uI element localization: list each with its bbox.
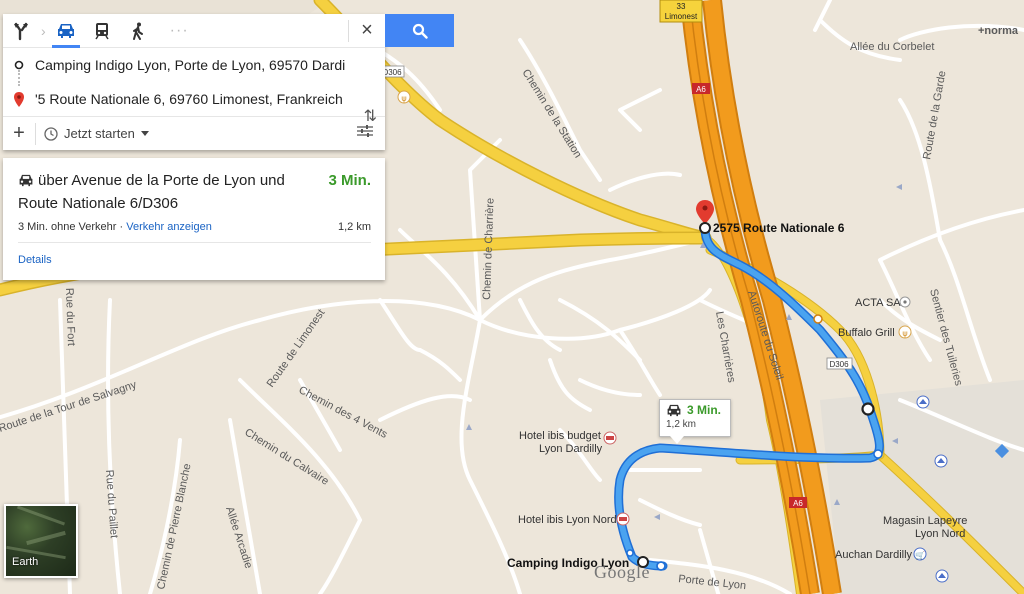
- route-end-node: [656, 561, 666, 571]
- destination-input[interactable]: [35, 91, 347, 107]
- google-logo: Google: [594, 562, 650, 582]
- svg-text:Magasin Lapeyre: Magasin Lapeyre: [883, 515, 967, 527]
- route-options-button[interactable]: [357, 124, 373, 143]
- more-modes-icon[interactable]: ···: [170, 22, 189, 40]
- shopping-cart-icon: 🛒: [915, 550, 925, 560]
- route-title: über Avenue de la Porte de Lyon und Rout…: [18, 170, 308, 214]
- route-node: [873, 449, 883, 459]
- shield-number: 33: [677, 2, 686, 11]
- directions-panel: › ··· × Camping Indigo Lyon, Porte de Ly…: [3, 14, 385, 150]
- search-icon: [412, 23, 428, 39]
- hotel-icon: [619, 517, 627, 521]
- chevron-right-icon: ›: [41, 22, 46, 39]
- popup-header: 3 Min.: [666, 403, 724, 417]
- show-traffic-link[interactable]: Verkehr anzeigen: [126, 221, 212, 233]
- clock-icon: [44, 126, 58, 141]
- via-point-icon[interactable]: [861, 402, 875, 416]
- close-directions-button[interactable]: ×: [349, 14, 385, 48]
- traffic-note: 3 Min. ohne Verkehr · Verkehr anzeigen: [18, 221, 212, 233]
- earth-label: Earth: [12, 556, 39, 568]
- road-label: Allée du Corbelet: [850, 41, 934, 53]
- route-distance: 1,2 km: [337, 221, 371, 233]
- route-subinfo: 3 Min. ohne Verkehr · Verkehr anzeigen 1…: [18, 221, 371, 233]
- route-options-row: + Jetzt starten: [3, 116, 385, 150]
- caret-down-icon: [140, 131, 149, 136]
- restaurant-icon: ψ: [902, 329, 907, 338]
- route-duration: 3 Min.: [328, 172, 371, 189]
- mode-best-route[interactable]: [3, 14, 39, 48]
- travel-mode-bar: › ··· ×: [3, 14, 385, 48]
- route-option-card[interactable]: über Avenue de la Porte de Lyon und Rout…: [3, 158, 385, 280]
- sliders-icon: [357, 125, 373, 137]
- destination-row: [3, 82, 385, 116]
- shield-label: Limonest: [665, 12, 698, 21]
- departure-time-label: Jetzt starten: [64, 126, 135, 141]
- departure-time-dropdown[interactable]: Jetzt starten: [44, 126, 149, 141]
- origin-dot-icon: [3, 60, 35, 70]
- origin-row: [3, 48, 385, 82]
- car-icon: [57, 23, 74, 38]
- svg-text:A6: A6: [793, 499, 803, 508]
- mode-transit[interactable]: [84, 14, 120, 48]
- shop-icon[interactable]: [934, 454, 948, 468]
- shop-icon[interactable]: [935, 569, 949, 583]
- svg-text:A6: A6: [696, 85, 706, 94]
- directions-fork-icon: [14, 22, 28, 40]
- train-icon: [95, 22, 109, 39]
- svg-text:Buffalo Grill: Buffalo Grill: [838, 327, 895, 339]
- road-label: +norma: [978, 25, 1019, 37]
- highway-shield-a6-top: A6: [692, 83, 710, 94]
- route-title-text: über Avenue de la Porte de Lyon und Rout…: [18, 172, 285, 212]
- origin-input[interactable]: [35, 57, 347, 73]
- restaurant-icon: ψ: [401, 94, 406, 103]
- svg-text:D306: D306: [382, 68, 402, 77]
- route-info-popup[interactable]: 3 Min. 1,2 km: [659, 399, 731, 444]
- car-icon: [667, 404, 681, 416]
- mode-driving[interactable]: [48, 14, 84, 48]
- car-icon: [18, 172, 34, 193]
- route-node: [813, 314, 823, 324]
- route-details-link[interactable]: Details: [18, 254, 371, 266]
- swap-waypoints-button[interactable]: ⇅: [364, 106, 377, 126]
- hotel-icon: [606, 436, 614, 440]
- divider: [35, 122, 36, 145]
- route-header: über Avenue de la Porte de Lyon und Rout…: [18, 170, 371, 214]
- poi-restaurant-top[interactable]: ψ: [397, 90, 411, 104]
- svg-text:Auchan Dardilly: Auchan Dardilly: [835, 549, 913, 561]
- road-label: Rue du Fort: [63, 288, 77, 346]
- svg-text:Hotel ibis Lyon Nord: Hotel ibis Lyon Nord: [518, 514, 617, 526]
- svg-text:D306: D306: [829, 360, 849, 369]
- popup-duration: 3 Min.: [687, 403, 722, 417]
- destination-circle-icon[interactable]: [699, 222, 711, 234]
- svg-text:Lyon Dardilly: Lyon Dardilly: [539, 443, 603, 455]
- svg-text:ACTA SA: ACTA SA: [855, 297, 901, 309]
- add-destination-button[interactable]: +: [3, 122, 35, 145]
- mode-walking[interactable]: [120, 14, 156, 48]
- walking-icon: [132, 22, 143, 40]
- waypoint-list: ⇅: [3, 48, 385, 125]
- svg-text:Hotel ibis budget: Hotel ibis budget: [519, 430, 601, 442]
- search-button[interactable]: [385, 14, 454, 47]
- divider: [18, 242, 371, 243]
- popup-distance: 1,2 km: [666, 419, 697, 430]
- road-shield-d306-right: D306: [826, 357, 853, 370]
- destination-pin-icon: [3, 91, 35, 107]
- shop-icon[interactable]: [916, 395, 930, 409]
- poi-ibis-nord[interactable]: Hotel ibis Lyon Nord: [518, 512, 630, 526]
- highway-shield-a6-bottom: A6: [789, 497, 807, 508]
- earth-view-toggle[interactable]: Earth: [4, 504, 78, 578]
- svg-text:Lyon Nord: Lyon Nord: [915, 528, 965, 540]
- highway-shield-limonest: 33 Limonest: [659, 0, 703, 23]
- destination-label: 2575 Route Nationale 6: [713, 221, 845, 235]
